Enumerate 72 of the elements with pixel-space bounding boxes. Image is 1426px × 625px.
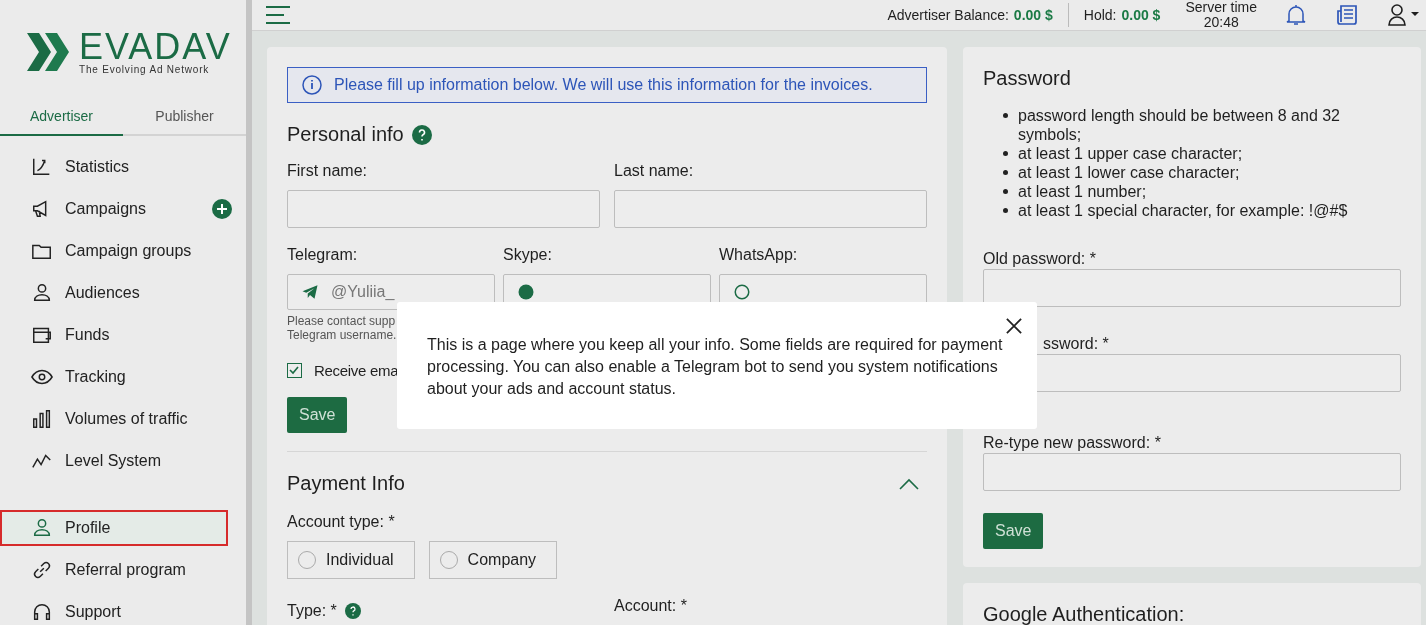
balance-label: Advertiser Balance: [887,7,1009,23]
sidebar-item[interactable]: Audiences [0,275,246,311]
server-time-label: Server time [1185,0,1257,15]
paper-plane-icon [301,283,319,301]
checkbox-label: Receive ema [314,362,399,379]
retype-password-field[interactable] [983,453,1401,491]
help-text: Please contact supp [287,314,397,328]
rule-text: at least 1 upper case character; [1018,144,1243,163]
newspaper-icon[interactable] [1335,3,1359,27]
first-name-field[interactable] [287,190,600,228]
sidebar-item[interactable]: Campaign groups [0,233,246,269]
sidebar-item[interactable]: Funds [0,317,246,353]
field-label: Account: * [614,597,688,615]
rule-text: at least 1 special character, for example: !@#$ [1018,201,1348,220]
link-icon [31,559,53,581]
sidebar-tab[interactable]: Publisher [123,100,246,136]
field-label: Skype: [503,246,553,264]
field-label: Last name: [614,162,695,180]
sidebar-item[interactable]: Campaigns [0,191,246,227]
balance-value: 0.00 $ [1013,7,1053,23]
field-label: Re-type new password: * [983,433,1162,453]
sidebar-item[interactable]: Referral program [0,552,246,588]
add-icon[interactable] [212,199,232,219]
radio-option[interactable]: Company [428,541,558,579]
section-title: Payment Info [287,472,405,495]
old-password-field[interactable] [983,269,1401,307]
user-menu-icon[interactable] [1386,3,1420,27]
server-time: 20:48 [1203,15,1239,30]
menu-icon[interactable] [266,6,290,24]
headset-icon [31,601,53,623]
last-name-field[interactable] [614,190,927,228]
notice-text: Please fill up information below. We will use this information for the invoices. [334,76,873,94]
bar-chart-icon [31,408,53,430]
dialog-text: This is a page where you keep all your info. Some fields are required for payment processing. You can also enable a Telegram bot to send you system notifications about your ads and account status. [427,335,1004,399]
sidebar-scrollbar[interactable] [246,0,252,625]
rule-text: at least 1 number; [1018,182,1147,201]
help-text: Telegram username. [287,328,398,342]
sidebar-item[interactable]: Profile [0,510,228,546]
save-button[interactable]: Save [287,397,348,433]
field-label: First name: [287,162,368,180]
section-title: Password [983,67,1072,90]
chevron-icon[interactable] [899,477,919,490]
field-label: Type: * [287,602,337,620]
radio-option[interactable]: Individual [287,541,415,579]
section-title: Google Authentication: [983,603,1186,625]
logo-tagline: The Evolving Ad Network [79,63,211,75]
hold-label: Hold: [1083,7,1117,23]
info-icon [302,75,322,95]
checkbox[interactable] [287,363,302,378]
field-label: WhatsApp: [719,246,799,264]
field-label: Account type: * [287,513,396,531]
sidebar-item[interactable]: Tracking [0,359,246,395]
help-icon[interactable] [344,603,361,619]
rule-text: at least 1 lower case character; [1018,163,1240,182]
bell-icon[interactable] [1284,3,1308,27]
rule-text: password length should be between 8 and 32 symbols; [1018,106,1341,144]
section-title: Personal info [287,123,404,146]
sidebar-item[interactable]: Statistics [0,149,246,185]
field-label: Telegram: [287,246,359,264]
hold-value: 0.00 $ [1121,7,1161,23]
person-icon [31,517,53,539]
field-label: Old password: * [983,250,1097,269]
help-icon[interactable] [411,124,432,145]
sidebar-item[interactable]: Support [0,594,246,625]
sidebar-tab[interactable]: Advertiser [0,100,123,136]
logo-wordmark: EVADAV [79,29,232,64]
sidebar-item[interactable]: Level System [0,443,246,479]
close-icon[interactable] [1006,318,1022,334]
telegram-field[interactable]: @Yuliia_ [287,274,495,310]
save-button[interactable]: Save [983,513,1044,549]
chevron-logo-icon [27,33,71,71]
sidebar-item[interactable]: Volumes of traffic [0,401,246,437]
